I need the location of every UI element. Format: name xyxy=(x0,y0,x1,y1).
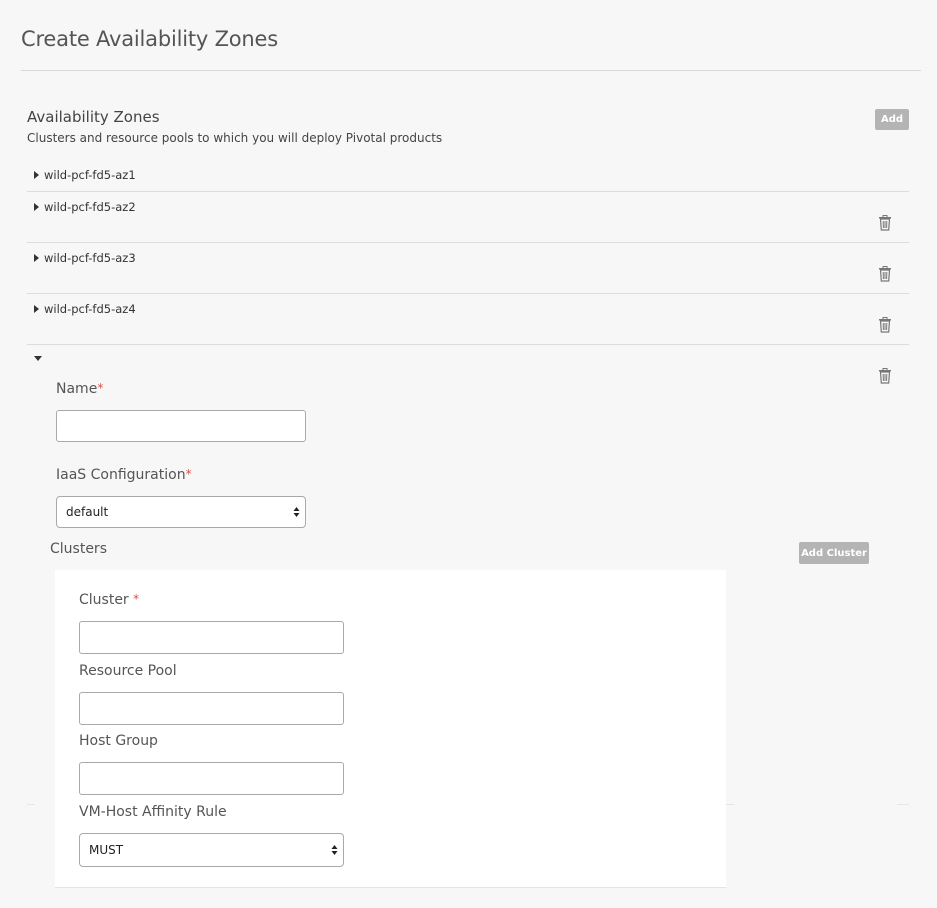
section-heading: Availability Zones xyxy=(27,108,160,126)
cluster-label: Cluster * xyxy=(79,592,139,608)
caret-right-icon[interactable] xyxy=(34,203,39,211)
caret-right-icon[interactable] xyxy=(34,305,39,313)
host-group-label: Host Group xyxy=(79,733,158,749)
affinity-rule-value: MUST xyxy=(89,843,124,857)
add-cluster-button[interactable]: Add Cluster xyxy=(799,542,869,564)
name-label: Name* xyxy=(56,381,103,397)
zone-name-input[interactable] xyxy=(56,410,306,442)
affinity-rule-label: VM-Host Affinity Rule xyxy=(79,804,227,820)
cluster-input[interactable] xyxy=(79,621,344,654)
zone-row-az4[interactable]: wild-pcf-fd5-az4 xyxy=(27,299,909,343)
section-description: Clusters and resource pools to which you… xyxy=(27,131,443,145)
trash-icon[interactable] xyxy=(878,317,892,333)
row-divider xyxy=(27,242,909,243)
iaas-config-select[interactable]: default xyxy=(56,496,306,528)
select-arrows-icon xyxy=(331,845,338,855)
title-divider xyxy=(21,70,921,71)
zone-row-az2[interactable]: wild-pcf-fd5-az2 xyxy=(27,197,909,241)
row-divider xyxy=(27,191,909,192)
clusters-label: Clusters xyxy=(50,541,107,557)
caret-right-icon[interactable] xyxy=(34,171,39,179)
faint-divider xyxy=(27,804,35,805)
row-divider xyxy=(27,344,909,345)
required-mark: * xyxy=(97,381,104,395)
page-title: Create Availability Zones xyxy=(21,27,278,51)
iaas-config-label-text: IaaS Configuration xyxy=(56,467,186,483)
iaas-config-label: IaaS Configuration* xyxy=(56,467,192,483)
zone-name[interactable]: wild-pcf-fd5-az4 xyxy=(44,302,136,316)
caret-down-icon[interactable] xyxy=(34,356,42,361)
resource-pool-input[interactable] xyxy=(79,692,344,725)
zone-name[interactable]: wild-pcf-fd5-az3 xyxy=(44,251,136,265)
resource-pool-label: Resource Pool xyxy=(79,663,177,679)
zone-row-az1[interactable]: wild-pcf-fd5-az1 xyxy=(27,166,909,190)
zone-name[interactable]: wild-pcf-fd5-az1 xyxy=(44,168,136,182)
add-zone-button[interactable]: Add xyxy=(875,109,909,130)
required-mark: * xyxy=(133,592,140,606)
zone-row-az3[interactable]: wild-pcf-fd5-az3 xyxy=(27,248,909,292)
caret-right-icon[interactable] xyxy=(34,254,39,262)
host-group-input[interactable] xyxy=(79,762,344,795)
trash-icon[interactable] xyxy=(878,266,892,282)
iaas-config-value: default xyxy=(66,505,109,519)
required-mark: * xyxy=(185,467,192,481)
zone-name[interactable]: wild-pcf-fd5-az2 xyxy=(44,200,136,214)
name-label-text: Name xyxy=(56,381,98,397)
row-divider xyxy=(27,293,909,294)
select-arrows-icon xyxy=(293,507,300,517)
cluster-label-text: Cluster xyxy=(79,592,129,608)
cluster-panel: Cluster * Resource Pool Host Group VM-Ho… xyxy=(55,570,726,888)
affinity-rule-select[interactable]: MUST xyxy=(79,833,344,867)
faint-divider xyxy=(897,804,909,805)
trash-icon[interactable] xyxy=(878,368,892,384)
faint-divider xyxy=(726,804,734,805)
trash-icon[interactable] xyxy=(878,215,892,231)
